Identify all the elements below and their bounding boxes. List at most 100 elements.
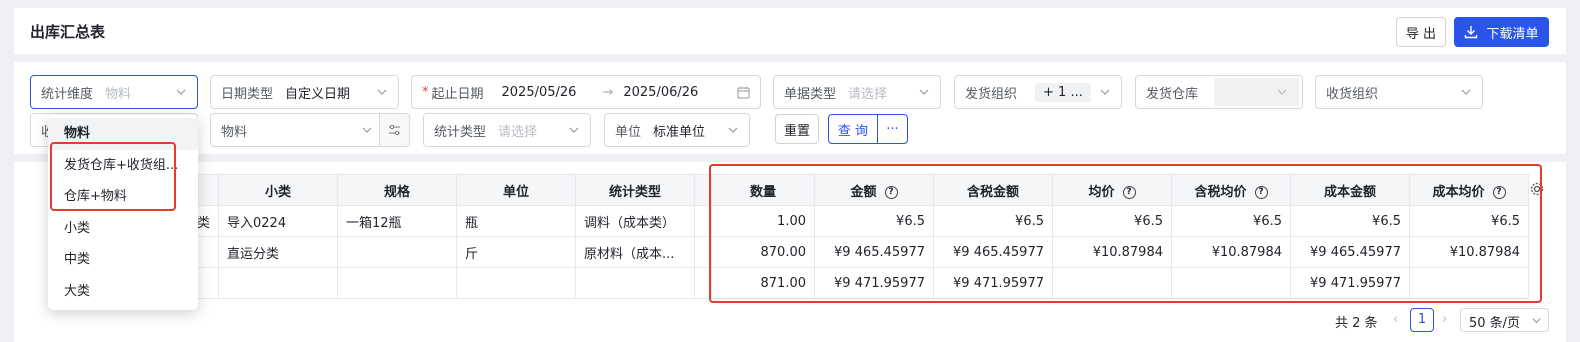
dropdown-option[interactable]: 中类 — [48, 244, 198, 276]
unit-select[interactable]: 单位 标准单位 — [604, 113, 750, 147]
date-type-select[interactable]: 日期类型 自定义日期 — [210, 75, 399, 109]
table-cell — [694, 267, 712, 299]
table-cell: ¥9 465.45977 — [1290, 236, 1410, 268]
column-header[interactable]: 数量 — [711, 174, 815, 206]
table-cell: ¥6.5 — [1290, 205, 1410, 237]
required-mark: * — [422, 84, 429, 100]
page-header: 出库汇总表 导 出 下载清单 — [14, 8, 1566, 54]
date-range-label: 起止日期 — [431, 86, 484, 102]
table-cell: 导入0224 — [218, 205, 338, 237]
help-icon[interactable]: ? — [1492, 185, 1506, 199]
table-cell — [456, 267, 576, 299]
stat-type-select[interactable]: 统计类型 请选择 — [423, 113, 591, 147]
ship-org-select[interactable]: 发货组织 + 1 ... — [954, 75, 1122, 109]
column-header[interactable]: 均价? — [1052, 174, 1172, 206]
column-header-label: 数量 — [749, 184, 776, 200]
table-cell: 原材料（成本... — [575, 236, 695, 268]
column-header-label: 金额 — [850, 184, 877, 200]
column-header[interactable]: 含税均价? — [1171, 174, 1291, 206]
table-header-row: 小类 规格 单位 统计类型 数量 金额? 含税金额 均价? 含税均价? 成本金额 成本均价? — [48, 174, 1529, 206]
ship-warehouse-select[interactable]: 发货仓库 — [1135, 75, 1303, 109]
table-cell: 一箱12瓶 — [337, 205, 457, 237]
chevron-down-icon — [569, 127, 579, 133]
column-header-label: 统计类型 — [608, 184, 661, 200]
column-header[interactable]: 规格 — [337, 174, 457, 206]
dimension-dropdown: 物料 发货仓库+收货组... 仓库+物料 小类 中类 大类 — [48, 115, 198, 310]
unit-label: 单位 — [615, 124, 642, 140]
doc-type-label: 单据类型 — [784, 86, 837, 102]
start-date: 2025/05/26 — [501, 84, 577, 100]
table-row[interactable]: 类导入0224 一箱12瓶瓶调料（成本类） 1.00 ¥6.5 ¥6.5 ¥6.5 ¥6.5… — [48, 205, 1529, 237]
download-list-button[interactable]: 下载清单 — [1454, 17, 1549, 47]
column-header[interactable]: 含税金额 — [933, 174, 1053, 206]
help-icon[interactable]: ? — [884, 185, 898, 199]
page-size-value: 50 条/页 — [1469, 316, 1521, 331]
page-size-select[interactable]: 50 条/页 — [1460, 308, 1549, 332]
column-header[interactable]: 成本金额 — [1290, 174, 1410, 206]
help-icon[interactable]: ? — [1122, 185, 1136, 199]
page-1[interactable]: 1 — [1410, 308, 1434, 332]
material-input[interactable]: 物料 — [210, 113, 410, 147]
table-cell: ¥6.5 — [814, 205, 934, 237]
table-cell — [1052, 267, 1172, 299]
table-row[interactable]: 871.00 ¥9 471.95977 ¥9 471.95977 ¥9 471.959… — [48, 267, 1529, 299]
column-header-label: 均价 — [1088, 184, 1115, 200]
table-cell: ¥10.87984 — [1052, 236, 1172, 268]
table-cell: ¥9 465.45977 — [933, 236, 1053, 268]
table-cell: ¥9 471.95977 — [933, 267, 1053, 299]
table-row[interactable]: 直运分类斤原材料（成本... 870.00 ¥9 465.45977 ¥9 465.4… — [48, 236, 1529, 268]
table-cell: ¥6.5 — [1052, 205, 1172, 237]
gear-icon[interactable] — [1530, 182, 1544, 196]
table-cell: ¥6.5 — [1171, 205, 1291, 237]
dimension-label: 统计维度 — [41, 86, 94, 102]
dropdown-option[interactable]: 物料 — [48, 118, 198, 150]
export-button[interactable]: 导 出 — [1396, 17, 1446, 47]
table-cell: 瓶 — [456, 205, 576, 237]
column-header[interactable] — [694, 174, 712, 206]
column-header-label: 规格 — [383, 184, 410, 200]
date-type-label: 日期类型 — [221, 86, 274, 102]
table-cell — [694, 205, 712, 237]
range-arrow: → — [602, 84, 614, 100]
column-header[interactable]: 小类 — [218, 174, 338, 206]
more-options-button[interactable]: ··· — [877, 114, 908, 144]
column-header[interactable]: 统计类型 — [575, 174, 695, 206]
column-header-label: 成本均价 — [1432, 184, 1485, 200]
date-range-picker[interactable]: * 起止日期 2025/05/26 → 2025/06/26 — [411, 75, 761, 109]
dropdown-option[interactable]: 小类 — [48, 213, 198, 245]
column-header-label: 成本金额 — [1323, 184, 1376, 200]
summary-table: 小类 规格 单位 统计类型 数量 金额? 含税金额 均价? 含税均价? 成本金额 成本均价? 类导入… — [48, 174, 1529, 299]
sliders-icon — [389, 124, 400, 136]
table-cell: ¥9 465.45977 — [814, 236, 934, 268]
table-cell: ¥9 471.95977 — [1290, 267, 1410, 299]
chevron-down-icon — [1100, 89, 1110, 95]
table-cell: ¥10.87984 — [1409, 236, 1529, 268]
doc-type-select[interactable]: 单据类型 请选择 — [773, 75, 941, 109]
table-cell: ¥10.87984 — [1171, 236, 1291, 268]
column-header[interactable]: 金额? — [814, 174, 934, 206]
dropdown-option[interactable]: 大类 — [48, 276, 198, 308]
table-cell: 871.00 — [711, 267, 815, 299]
table-cell: 1.00 — [711, 205, 815, 237]
filter-settings-icon[interactable] — [379, 114, 409, 146]
column-header-label: 单位 — [502, 184, 529, 200]
table-cell: ¥9 471.95977 — [814, 267, 934, 299]
query-button[interactable]: 查 询 — [828, 114, 878, 144]
next-page-icon[interactable]: › — [1442, 312, 1447, 327]
dimension-select[interactable]: 统计维度 物料 — [30, 75, 198, 109]
dropdown-option[interactable]: 发货仓库+收货组... — [48, 150, 198, 182]
ship-org-label: 发货组织 — [965, 86, 1018, 102]
reset-button[interactable]: 重置 — [775, 114, 819, 144]
column-header[interactable]: 单位 — [456, 174, 576, 206]
end-date: 2025/06/26 — [623, 84, 699, 100]
chevron-down-icon — [1532, 318, 1541, 324]
recv-org-select[interactable]: 收货组织 — [1315, 75, 1483, 109]
ship-org-chip: + 1 ... — [1035, 82, 1091, 102]
prev-page-icon[interactable]: ‹ — [1393, 312, 1398, 327]
chevron-down-icon — [176, 89, 186, 95]
table-cell: 斤 — [456, 236, 576, 268]
unit-value: 标准单位 — [653, 124, 706, 140]
column-header[interactable]: 成本均价? — [1409, 174, 1529, 206]
dropdown-option[interactable]: 仓库+物料 — [48, 181, 198, 213]
help-icon[interactable]: ? — [1254, 185, 1268, 199]
